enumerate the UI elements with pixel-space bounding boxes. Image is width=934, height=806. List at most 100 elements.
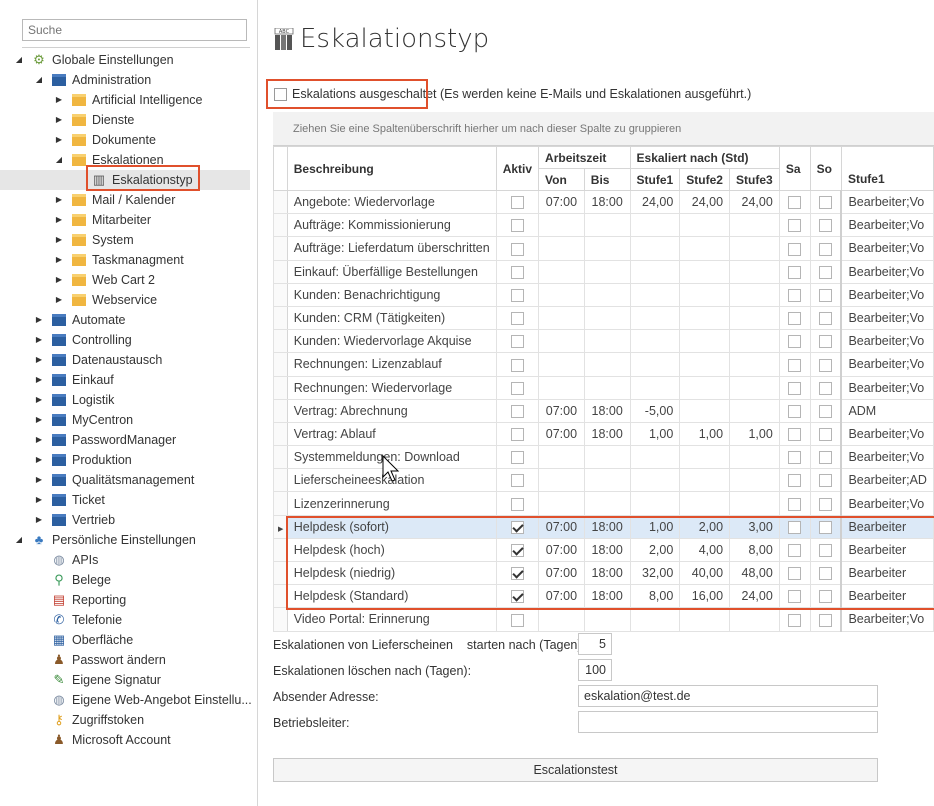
cell-von[interactable]: 07:00: [538, 560, 585, 586]
tree-item[interactable]: ▶ Einkauf: [0, 370, 250, 390]
cell-stufe1-user[interactable]: Bearbeiter;Vo: [840, 213, 934, 238]
cell-so[interactable]: [809, 375, 842, 400]
so-checkbox[interactable]: [819, 451, 833, 465]
cell-stufe1-user[interactable]: Bearbeiter;Vo: [840, 352, 934, 377]
tree-item[interactable]: ▶ Mitarbeiter: [0, 210, 250, 230]
cell-stufe2[interactable]: [679, 236, 731, 261]
cell-sa[interactable]: [778, 375, 811, 400]
cell-aktiv[interactable]: [495, 468, 540, 493]
tree-item[interactable]: ▥ Eskalationstyp: [0, 170, 250, 190]
cell-stufe1-user[interactable]: Bearbeiter;Vo: [840, 282, 934, 307]
cell-sa[interactable]: [778, 305, 811, 331]
cell-so[interactable]: [809, 189, 842, 215]
aktiv-checkbox[interactable]: [510, 312, 524, 326]
cell-so[interactable]: [809, 305, 842, 331]
cell-aktiv[interactable]: [495, 375, 540, 400]
cell-sa[interactable]: [778, 445, 811, 470]
so-checkbox[interactable]: [819, 242, 833, 256]
cell-stufe2[interactable]: 24,00: [679, 189, 731, 215]
collapsed-arrow-icon[interactable]: ▶: [34, 430, 44, 450]
cell-so[interactable]: [809, 560, 842, 586]
cell-beschreibung[interactable]: Einkauf: Überfällige Bestellungen: [286, 259, 497, 284]
cell-stufe3[interactable]: 24,00: [729, 584, 780, 609]
aktiv-checkbox[interactable]: [510, 497, 524, 511]
cell-stufe1-user[interactable]: Bearbeiter;Vo: [840, 259, 934, 284]
cell-von[interactable]: [538, 282, 585, 307]
sa-checkbox[interactable]: [788, 265, 802, 279]
cell-stufe1[interactable]: [629, 282, 681, 307]
table-row[interactable]: Angebote: Wiedervorlage 07:00 18:00 24,00 24…: [273, 189, 934, 215]
cell-beschreibung[interactable]: Helpdesk (sofort): [286, 514, 497, 539]
tree-item[interactable]: ▶ Vertrieb: [0, 510, 250, 530]
escalation-test-button[interactable]: Escalationstest: [273, 758, 878, 782]
cell-stufe1[interactable]: [629, 445, 681, 470]
table-row[interactable]: Aufträge: Kommissionierung Bearbeiter;Vo: [273, 213, 934, 238]
cell-sa[interactable]: [778, 560, 811, 586]
so-checkbox[interactable]: [819, 474, 833, 488]
collapsed-arrow-icon[interactable]: ▶: [34, 490, 44, 510]
aktiv-checkbox[interactable]: [510, 613, 524, 627]
header-stufe1-user[interactable]: Stufe1: [840, 146, 934, 191]
cell-stufe3[interactable]: [729, 305, 780, 331]
tree-item[interactable]: ▶ Ticket: [0, 490, 250, 510]
delete-days-input[interactable]: 100: [578, 659, 612, 681]
escalation-disabled-checkbox[interactable]: [274, 88, 287, 101]
cell-stufe3[interactable]: [729, 329, 780, 354]
cell-bis[interactable]: [583, 352, 631, 377]
table-row[interactable]: Rechnungen: Lizenzablauf Bearbeiter;Vo: [273, 352, 934, 377]
cell-stufe1[interactable]: 32,00: [629, 560, 681, 586]
aktiv-checkbox[interactable]: [510, 335, 524, 349]
sa-checkbox[interactable]: [788, 358, 802, 372]
cell-bis[interactable]: 18:00: [583, 398, 631, 423]
cell-so[interactable]: [809, 445, 842, 470]
sa-checkbox[interactable]: [788, 196, 802, 210]
cell-stufe3[interactable]: [729, 259, 780, 284]
collapsed-arrow-icon[interactable]: ▶: [54, 230, 64, 250]
cell-stufe3[interactable]: [729, 607, 780, 632]
cell-bis[interactable]: [583, 491, 631, 516]
cell-so[interactable]: [809, 352, 842, 377]
cell-aktiv[interactable]: [495, 259, 540, 284]
cell-stufe3[interactable]: 8,00: [729, 537, 780, 563]
cell-aktiv[interactable]: [495, 607, 540, 632]
so-checkbox[interactable]: [819, 288, 833, 302]
tree-item[interactable]: ▶ Controlling: [0, 330, 250, 350]
cell-von[interactable]: 07:00: [538, 398, 585, 423]
tree-item[interactable]: ▶ Taskmanagment: [0, 250, 250, 270]
tree-item[interactable]: ♟ Passwort ändern: [0, 650, 250, 670]
cell-stufe1[interactable]: -5,00: [629, 398, 681, 423]
cell-beschreibung[interactable]: Lizenzerinnerung: [286, 491, 497, 516]
tree-item[interactable]: ▶ Artificial Intelligence: [0, 90, 250, 110]
tree-item[interactable]: ▶ Dokumente: [0, 130, 250, 150]
cell-aktiv[interactable]: [495, 537, 540, 563]
cell-sa[interactable]: [778, 259, 811, 284]
tree-item[interactable]: ▶ Produktion: [0, 450, 250, 470]
cell-stufe2[interactable]: [679, 329, 731, 354]
collapsed-arrow-icon[interactable]: ▶: [34, 350, 44, 370]
cell-von[interactable]: 07:00: [538, 537, 585, 563]
cell-aktiv[interactable]: [495, 398, 540, 423]
cell-stufe3[interactable]: [729, 282, 780, 307]
collapsed-arrow-icon[interactable]: ▶: [54, 290, 64, 310]
cell-stufe2[interactable]: [679, 259, 731, 284]
aktiv-checkbox[interactable]: [510, 451, 524, 465]
tree-item[interactable]: ◢ ⚙ Globale Einstellungen: [0, 50, 250, 70]
cell-stufe1[interactable]: 1,00: [629, 421, 681, 447]
cell-stufe1[interactable]: 8,00: [629, 584, 681, 609]
cell-von[interactable]: [538, 607, 585, 632]
cell-beschreibung[interactable]: Helpdesk (hoch): [286, 537, 497, 563]
tree-item[interactable]: ▶ Dienste: [0, 110, 250, 130]
so-checkbox[interactable]: [819, 544, 833, 557]
tree-item[interactable]: ▶ Automate: [0, 310, 250, 330]
cell-so[interactable]: [809, 259, 842, 284]
aktiv-checkbox[interactable]: [510, 288, 524, 302]
cell-von[interactable]: [538, 236, 585, 261]
cell-von[interactable]: 07:00: [538, 514, 585, 539]
collapsed-arrow-icon[interactable]: ▶: [34, 370, 44, 390]
cell-stufe1[interactable]: [629, 468, 681, 493]
cell-stufe1[interactable]: 1,00: [629, 514, 681, 539]
header-beschreibung[interactable]: Beschreibung: [286, 146, 497, 191]
collapsed-arrow-icon[interactable]: ▶: [34, 310, 44, 330]
so-checkbox[interactable]: [819, 196, 833, 210]
so-checkbox[interactable]: [819, 590, 833, 604]
